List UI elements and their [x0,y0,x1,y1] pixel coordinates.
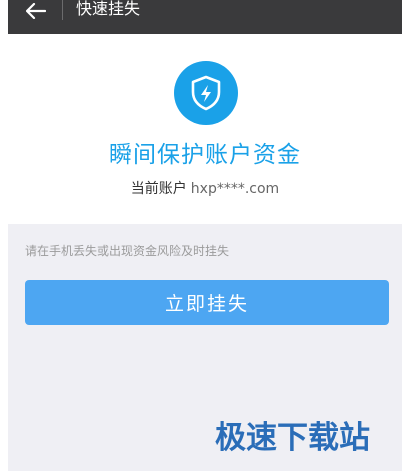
loss-report-hint: 请在手机丢失或出现资金风险及时挂失 [25,244,230,258]
top-bar: 快速挂失 [8,0,402,34]
header-divider [62,0,63,20]
back-button[interactable] [20,0,52,22]
shield-badge [174,61,238,125]
report-loss-button[interactable]: 立即挂失 [25,280,389,325]
account-value: hxp****.com [190,181,280,197]
account-label: 当前账户 [130,181,187,197]
protection-card: 瞬间保护账户资金 当前账户 hxp****.com [8,34,402,224]
current-account: 当前账户 hxp****.com [8,178,402,198]
watermark-text: 极速下载站 [215,420,370,456]
page-title: 快速挂失 [76,0,141,18]
arrow-left-icon [26,3,46,19]
shield-lightning-icon [191,75,221,111]
app-screen: 快速挂失 瞬间保护账户资金 当前账户 hxp****.com 请在手机丢失或出现资… [8,0,402,471]
protection-headline: 瞬间保护账户资金 [109,142,301,168]
